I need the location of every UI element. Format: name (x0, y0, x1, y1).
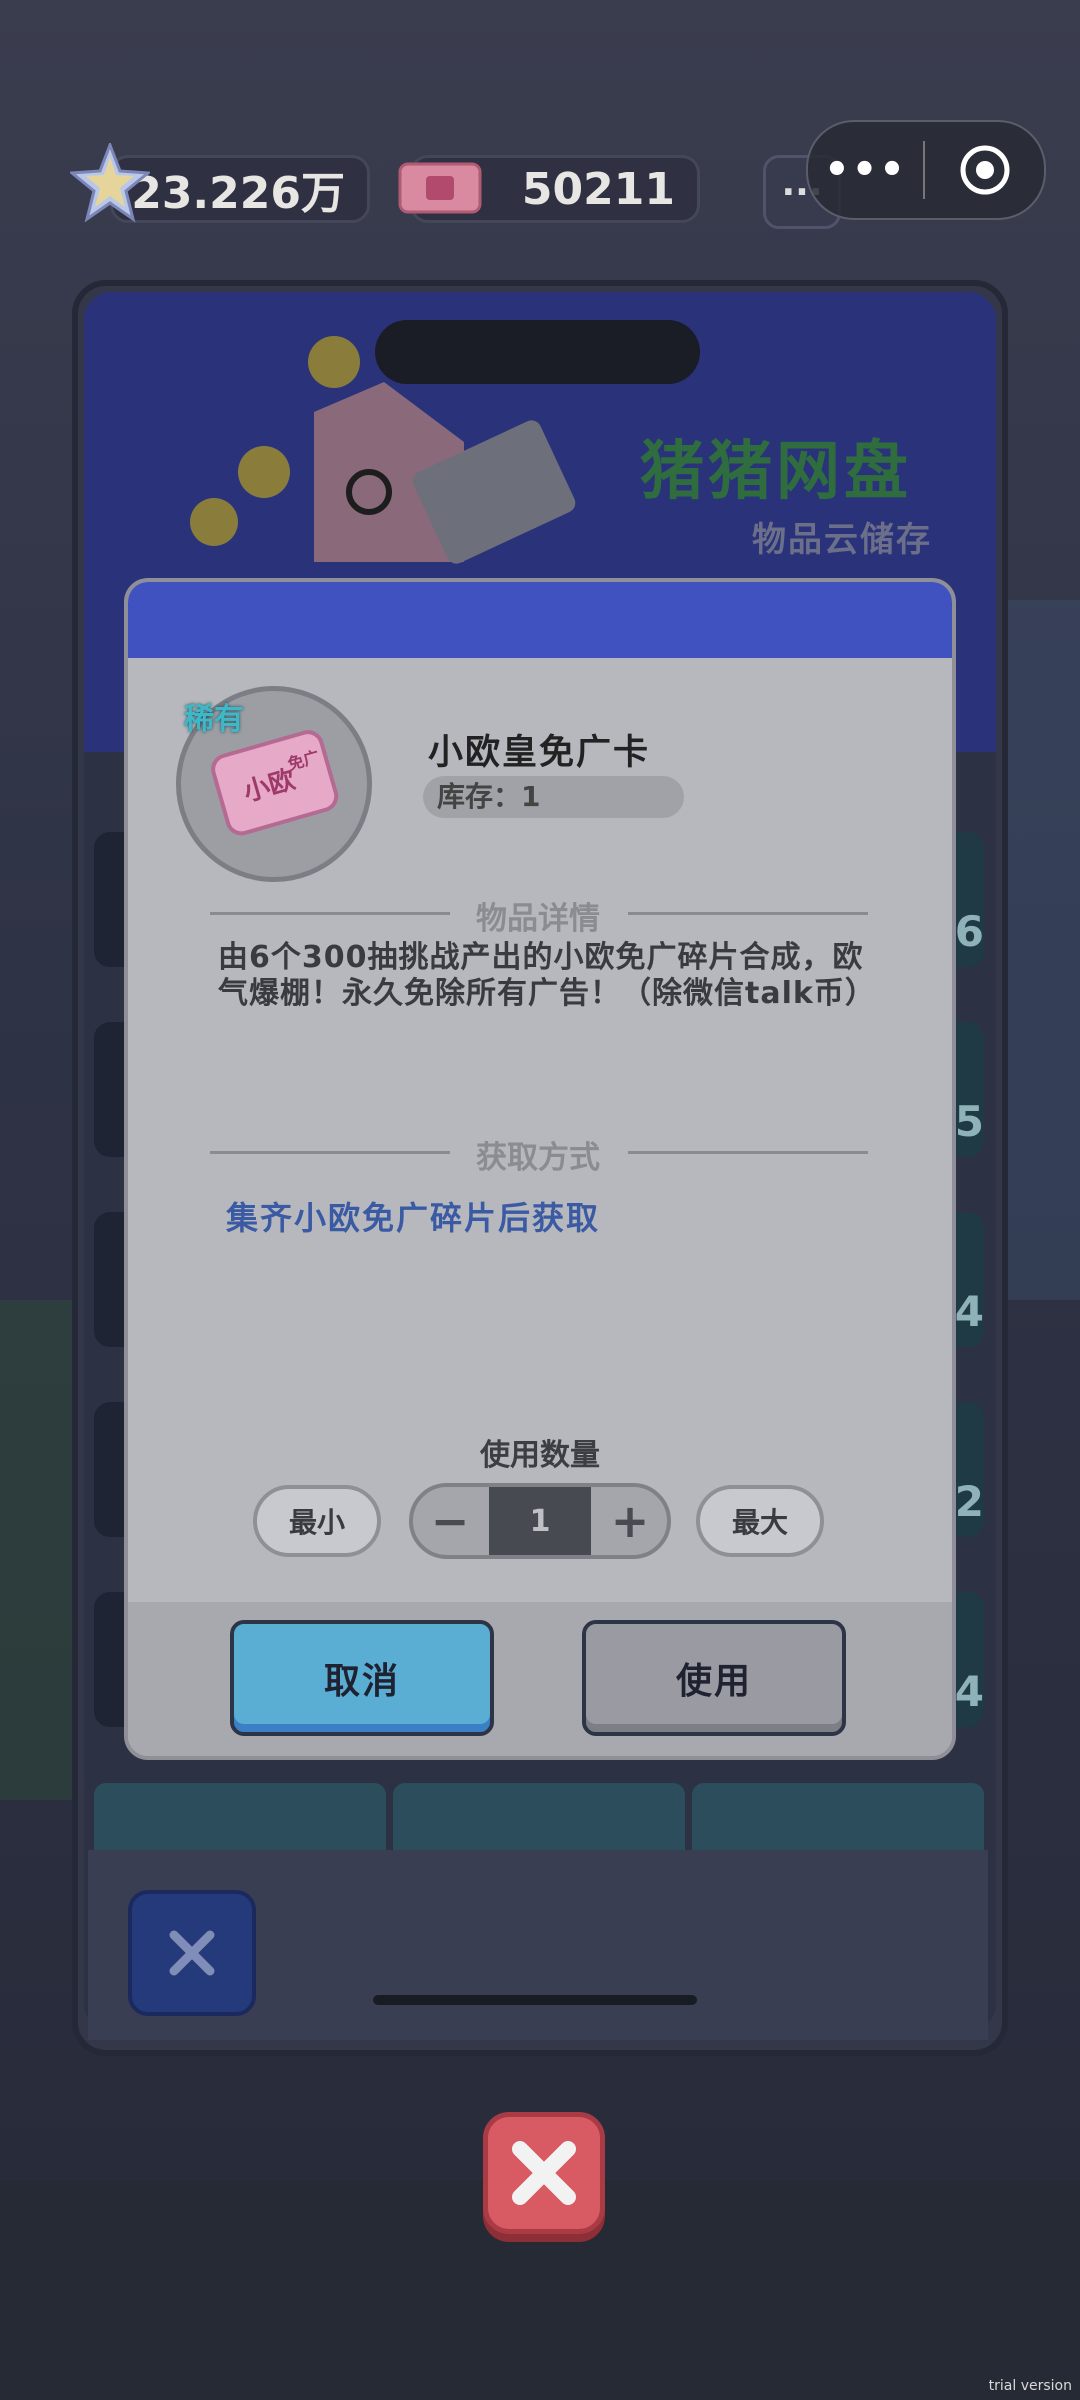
use-button-label: 使用 (675, 1661, 752, 1702)
stock-badge: 库存：1 (423, 776, 684, 818)
star-currency-amount: 23.226万 (131, 168, 345, 219)
cancel-button[interactable]: 取消 (230, 1620, 494, 1736)
capsule-menu-button[interactable]: ••• (808, 147, 923, 193)
close-button[interactable] (483, 2112, 605, 2234)
quantity-label: 使用数量 (480, 1438, 600, 1473)
details-section-title: 物品详情 (476, 901, 600, 937)
header-notch (375, 320, 700, 384)
character-card[interactable] (94, 1783, 386, 1853)
divider (628, 1151, 868, 1154)
increment-button[interactable]: + (593, 1487, 667, 1555)
ticket-icon (398, 162, 482, 214)
capsule-close-button[interactable] (925, 143, 1044, 197)
miniprogram-capsule: ••• (806, 120, 1046, 220)
rarity-badge: 稀有 (184, 702, 244, 737)
decrement-button[interactable]: − (413, 1487, 487, 1555)
min-quantity-button[interactable]: 最小 (253, 1485, 381, 1557)
quantity-value: 1 (489, 1487, 591, 1555)
close-icon (512, 2141, 576, 2205)
netdisk-title: 猪猪网盘 (640, 435, 912, 509)
quantity-stepper: − 1 + (409, 1483, 671, 1559)
use-button[interactable]: 使用 (582, 1620, 846, 1736)
ticket-currency-amount: 50211 (521, 163, 675, 215)
acquire-section-title: 获取方式 (476, 1140, 600, 1176)
character-card[interactable] (692, 1783, 984, 1853)
target-icon (960, 145, 1009, 195)
netdisk-subtitle: 物品云储存 (752, 520, 932, 560)
cancel-button-label: 取消 (323, 1661, 400, 1702)
dialog-header-bar (128, 582, 952, 658)
item-name: 小欧皇免广卡 (428, 733, 651, 773)
character-card[interactable] (393, 1783, 685, 1853)
acquire-method-text: 集齐小欧免广碎片后获取 (226, 1199, 601, 1237)
home-indicator (373, 1995, 697, 2005)
divider (210, 912, 450, 915)
trial-watermark: trial version (988, 2378, 1072, 2394)
max-quantity-button[interactable]: 最大 (696, 1485, 824, 1557)
divider (210, 1151, 450, 1154)
item-description: 由6个300抽挑战产出的小欧免广碎片合成，欧气爆棚！永久免除所有广告！（除微信t… (218, 940, 876, 1011)
max-button-label: 最大 (731, 1506, 788, 1539)
star-currency-icon (70, 143, 150, 223)
min-button-label: 最小 (288, 1506, 345, 1539)
panel-close-button[interactable] (128, 1890, 256, 2016)
divider (628, 912, 868, 915)
close-icon (169, 1930, 215, 1976)
